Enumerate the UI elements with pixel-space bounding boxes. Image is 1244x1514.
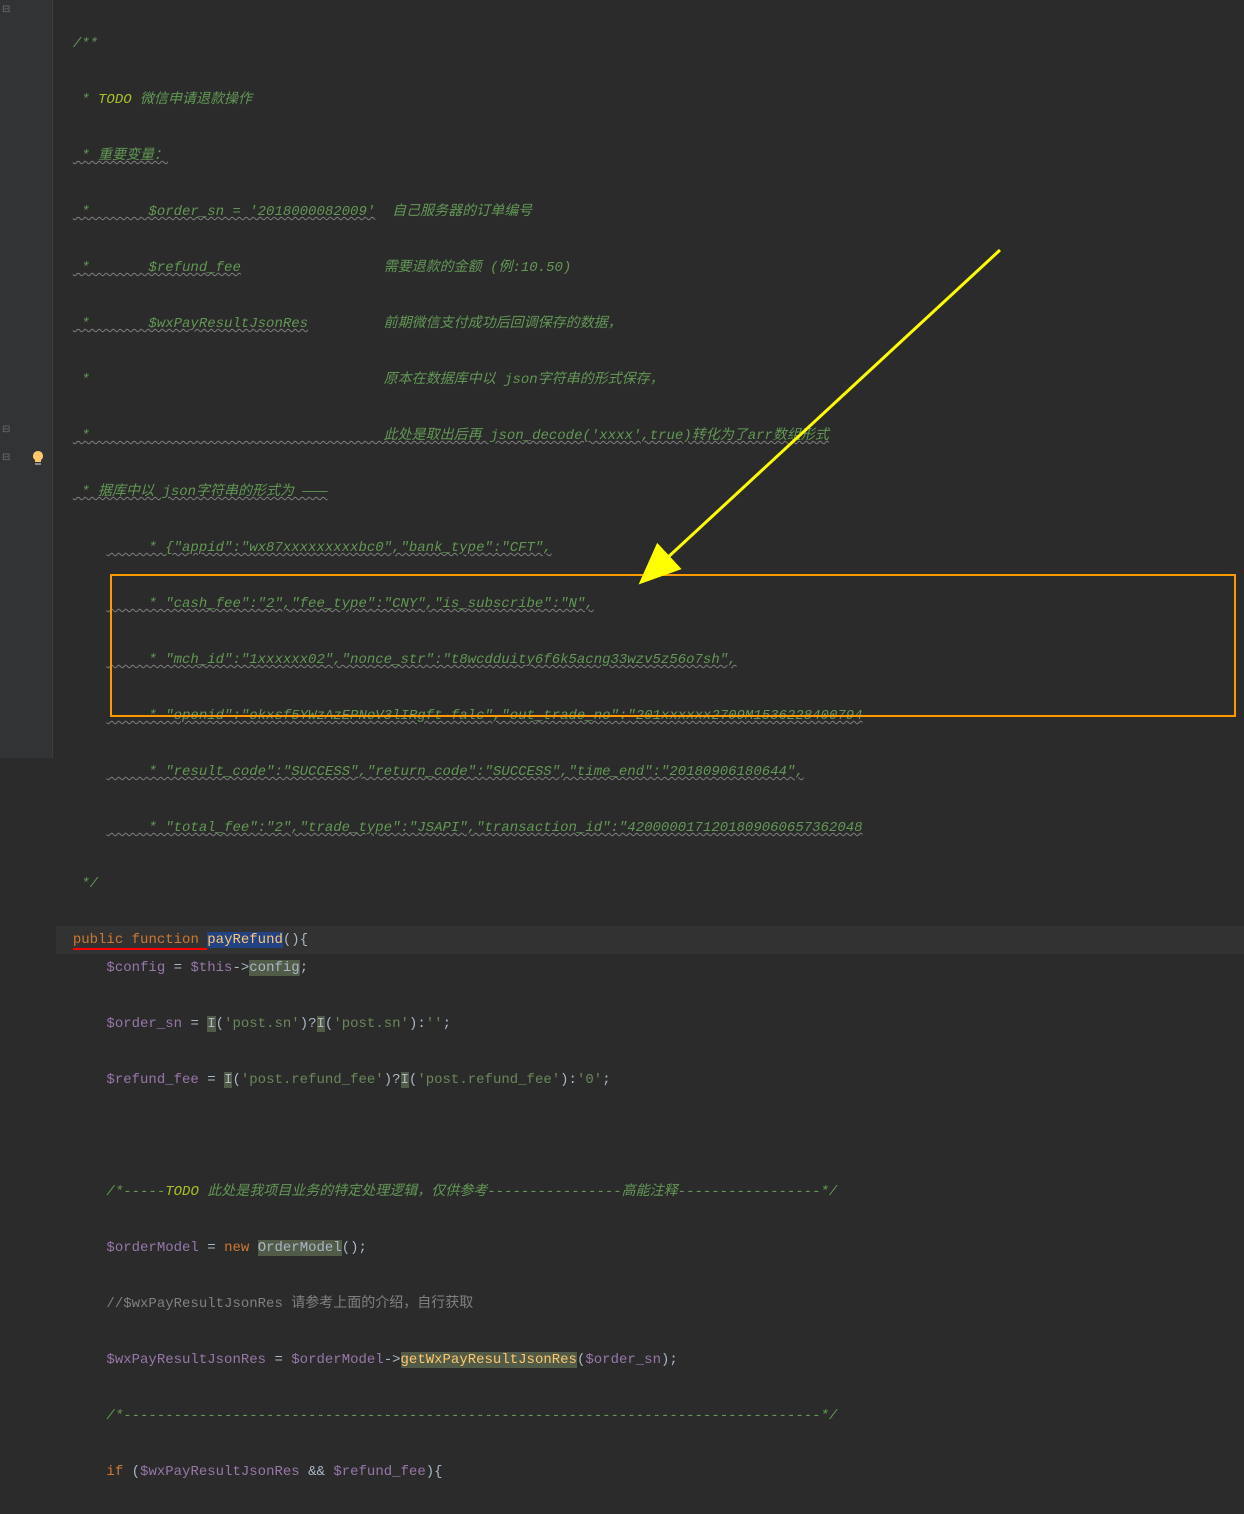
fn-I: I: [317, 1016, 325, 1032]
var-order-model: $orderModel: [291, 1352, 383, 1368]
comment-text: * 重要变量：: [73, 148, 168, 164]
var-wxpay-res: $wxPayResultJsonRes: [106, 1352, 266, 1368]
string-literal: 'post.sn': [224, 1016, 300, 1032]
comment-text: * "cash_fee":"2","fee_type":"CNY","is_su…: [106, 596, 593, 612]
code-editor[interactable]: /** * TODO 微信申请退款操作 * 重要变量： * $order_sn …: [52, 0, 1244, 758]
string-literal: '': [426, 1016, 443, 1032]
comment-text: 需要退款的金额 (例:10.50): [241, 260, 571, 276]
intention-bulb-icon[interactable]: [30, 450, 46, 466]
comment-text: * $wxPayResultJsonRes: [73, 316, 308, 332]
method-name: getWxPayResultJsonRes: [401, 1352, 577, 1368]
fn-I: I: [224, 1072, 232, 1088]
string-literal: '0': [577, 1072, 602, 1088]
operator: &&: [308, 1464, 325, 1480]
comment-text: * $order_sn = '2018000082009': [73, 204, 375, 220]
var-wxpay-res: $wxPayResultJsonRes: [140, 1464, 300, 1480]
comment-text: 微信申请退款操作: [132, 92, 252, 108]
editor-gutter: ⊟ ⊟ ⊟: [0, 0, 53, 758]
string-literal: 'post.sn': [333, 1016, 409, 1032]
prop-config: config: [249, 960, 299, 976]
var-refund-fee: $refund_fee: [106, 1072, 198, 1088]
comment-text: 前期微信支付成功后回调保存的数据，: [308, 316, 622, 332]
string-literal: 'post.refund_fee': [241, 1072, 384, 1088]
comment-text: * "total_fee":"2","trade_type":"JSAPI","…: [106, 820, 862, 836]
class-name: OrderModel: [258, 1240, 342, 1256]
keyword-if: if: [106, 1464, 123, 1480]
comment-text: * "mch_id":"1xxxxxx02","nonce_str":"t8wc…: [106, 652, 736, 668]
comment-line: //$wxPayResultJsonRes 请参考上面的介绍，自行获取: [106, 1296, 473, 1312]
var-order-model: $orderModel: [106, 1240, 198, 1256]
comment-text: * {"appid":"wx87xxxxxxxxxbc0","bank_type…: [106, 540, 551, 556]
comment-text: * $refund_fee: [73, 260, 241, 276]
keyword-this: $this: [190, 960, 232, 976]
comment-text: 自己服务器的订单编号: [375, 204, 532, 220]
function-name: payRefund: [207, 932, 283, 948]
comment-text: 此处是我项目业务的特定处理逻辑，仅供参考----------------高能注释…: [199, 1184, 837, 1200]
comment-text: * "openid":"okxsf5YWzAzEPNoV3lIRgft-falc…: [106, 708, 862, 724]
comment-separator: /*--------------------------------------…: [106, 1408, 837, 1424]
fold-end-icon[interactable]: ⊟: [2, 424, 10, 436]
var-config: $config: [106, 960, 165, 976]
fold-start-icon[interactable]: ⊟: [2, 4, 10, 16]
comment-text: * 据库中以 json字符串的形式为 ———: [73, 484, 328, 500]
keyword-new: new: [224, 1240, 249, 1256]
comment-text: * 此处是取出后再 json_decode('xxxx',true)转化为了ar…: [73, 428, 829, 444]
var-order-sn: $order_sn: [106, 1016, 182, 1032]
fn-I: I: [207, 1016, 215, 1032]
string-literal: 'post.refund_fee': [417, 1072, 560, 1088]
var-refund-fee: $refund_fee: [333, 1464, 425, 1480]
fold-fn-icon[interactable]: ⊟: [2, 452, 10, 464]
todo-marker: TODO: [165, 1184, 199, 1200]
active-line: public function payRefund(){: [56, 926, 1244, 954]
keyword-public: public: [73, 932, 123, 948]
comment-text: * "result_code":"SUCCESS","return_code":…: [106, 764, 803, 780]
keyword-function: function: [132, 932, 199, 948]
todo-marker: TODO: [98, 92, 132, 108]
comment-text: * 原本在数据库中以 json字符串的形式保存，: [73, 372, 664, 388]
fn-I: I: [401, 1072, 409, 1088]
comment-block-end: */: [73, 876, 98, 892]
comment-text: /*-----: [106, 1184, 165, 1200]
var-order-sn: $order_sn: [585, 1352, 661, 1368]
comment-block-start: /**: [73, 36, 98, 52]
